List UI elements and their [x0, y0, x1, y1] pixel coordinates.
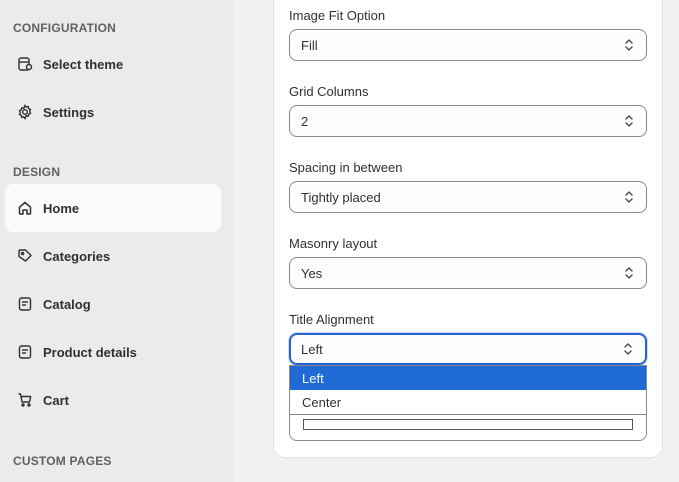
chevron-up-down-icon — [625, 191, 633, 203]
select-value: Left — [301, 341, 323, 357]
chevron-up-down-icon — [625, 115, 633, 127]
sidebar: CONFIGURATION Select theme Settings DESI… — [0, 0, 233, 482]
sidebar-item-catalog[interactable]: Catalog — [5, 280, 221, 328]
cart-icon — [17, 392, 33, 408]
theme-icon — [17, 56, 33, 72]
chevron-up-down-icon — [625, 267, 633, 279]
field-label-title-alignment: Title Alignment — [289, 312, 374, 327]
sidebar-item-settings[interactable]: Settings — [5, 88, 221, 136]
dropdown-option-center[interactable]: Center — [290, 390, 646, 414]
sidebar-item-home[interactable]: Home — [5, 184, 221, 232]
tag-icon — [17, 248, 33, 264]
sidebar-item-label: Categories — [43, 248, 111, 264]
sidebar-item-label: Home — [43, 200, 80, 216]
field-label-grid-columns: Grid Columns — [289, 84, 369, 99]
sidebar-item-label: Product details — [43, 344, 137, 360]
select-value: 2 — [301, 113, 309, 129]
dropdown-option-left[interactable]: Left — [290, 366, 646, 390]
masonry-select[interactable]: Yes — [289, 257, 647, 289]
section-heading-configuration: CONFIGURATION — [13, 21, 117, 35]
section-heading-custom-pages: CUSTOM PAGES — [13, 454, 112, 468]
select-value: Yes — [301, 265, 323, 281]
section-heading-design: DESIGN — [13, 165, 61, 179]
sidebar-item-categories[interactable]: Categories — [5, 232, 221, 280]
sidebar-item-cart[interactable]: Cart — [5, 376, 221, 424]
sidebar-item-label: Cart — [43, 392, 70, 408]
field-label-spacing: Spacing in between — [289, 160, 403, 175]
image-fit-select[interactable]: Fill — [289, 29, 647, 61]
gear-icon — [17, 104, 33, 120]
sidebar-item-label: Catalog — [43, 296, 91, 312]
chevron-up-down-icon — [624, 343, 632, 355]
sidebar-item-label: Settings — [43, 104, 95, 120]
grid-columns-select[interactable]: 2 — [289, 105, 647, 137]
field-label-image-fit: Image Fit Option — [289, 8, 386, 23]
title-alignment-dropdown: Left Center — [289, 365, 647, 415]
select-value: Tightly placed — [301, 189, 381, 205]
title-alignment-select[interactable]: Left — [289, 333, 647, 365]
sidebar-item-select-theme[interactable]: Select theme — [5, 40, 221, 88]
spacing-select[interactable]: Tightly placed — [289, 181, 647, 213]
sidebar-item-product-details[interactable]: Product details — [5, 328, 221, 376]
obscured-field-bar — [303, 419, 633, 430]
home-icon — [17, 200, 33, 216]
sidebar-item-label: Select theme — [43, 56, 124, 72]
catalog-icon — [17, 296, 33, 312]
field-label-masonry: Masonry layout — [289, 236, 378, 251]
product-icon — [17, 344, 33, 360]
select-value: Fill — [301, 37, 318, 53]
chevron-up-down-icon — [625, 39, 633, 51]
